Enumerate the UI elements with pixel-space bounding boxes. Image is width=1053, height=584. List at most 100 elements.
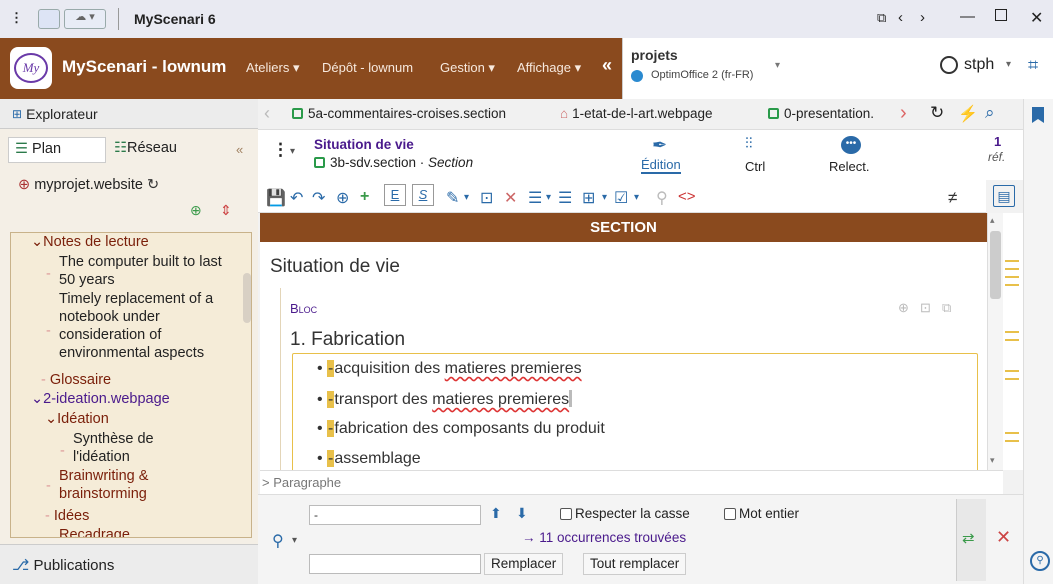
find-previous-icon[interactable]: ⬆	[490, 505, 502, 522]
tree-item-idees[interactable]: - Idées	[45, 507, 89, 525]
table-icon[interactable]: ⊞	[582, 188, 595, 208]
match-case-checkbox[interactable]	[560, 508, 572, 520]
back-arrow-icon[interactable]: ‹	[898, 9, 903, 26]
undo-icon[interactable]: ↶	[290, 188, 303, 208]
add-item-icon[interactable]: ⊕	[190, 202, 202, 219]
history-icon[interactable]: ↻	[930, 103, 944, 123]
content-heading[interactable]: Situation de vie	[270, 256, 400, 278]
list-item[interactable]: • -fabrication des composants du produit	[317, 420, 605, 438]
list-item[interactable]: • -transport des matieres premieres	[317, 390, 573, 409]
search-icon[interactable]: ⌕	[985, 103, 995, 123]
scroll-tabs-right-icon[interactable]: ›	[900, 102, 907, 125]
tab-presentation[interactable]: 0-presentation.	[768, 106, 874, 121]
forward-arrow-icon[interactable]: ›	[920, 9, 925, 26]
tree-item-synthese[interactable]: - Synthèse de l'idéation	[60, 430, 213, 466]
mode-ctrl[interactable]: Ctrl	[745, 159, 765, 174]
replace-input[interactable]	[309, 554, 481, 574]
bloc-screen-icon[interactable]: ⊡	[920, 300, 931, 316]
replace-all-button[interactable]: Tout remplacer	[583, 553, 687, 575]
tree-item-ideation[interactable]: ⌄Idéation	[45, 410, 109, 428]
menu-ateliers[interactable]: Ateliers ▾	[246, 60, 300, 76]
checklist-dropdown-icon[interactable]: ▾	[634, 192, 639, 203]
zoom-icon[interactable]: ⚲	[1030, 551, 1050, 571]
not-equal-icon[interactable]: ≠	[948, 188, 957, 208]
tab-etat-de-l-art[interactable]: ⌂ 1-etat-de-l-art.webpage	[560, 106, 712, 121]
indent-dropdown-icon[interactable]: ▾	[546, 192, 551, 203]
close-find-icon[interactable]: ✕	[996, 527, 1011, 548]
tree-item-computer[interactable]: - The computer built to last 50 years	[46, 253, 239, 289]
tree-item-notes[interactable]: ⌄Notes de lecture	[31, 233, 149, 251]
indent-icon[interactable]: ☰	[528, 188, 542, 208]
replace-button[interactable]: Remplacer	[484, 553, 564, 575]
list-item[interactable]: • -assemblage	[317, 450, 421, 468]
emphasis-icon[interactable]: E	[384, 184, 406, 206]
collapse-left-icon[interactable]: «	[602, 55, 612, 76]
editor-content[interactable]: Situation de vie Bloc ⊕ ⊡ ⧉ 1. Fabricati…	[260, 242, 987, 470]
outline-view-icon[interactable]: ▤	[993, 185, 1015, 207]
ref-count[interactable]: 1	[994, 134, 1001, 149]
link-icon[interactable]: ⚲	[656, 188, 668, 208]
mode-edition[interactable]: Édition	[641, 157, 681, 174]
minimize-icon[interactable]: —	[960, 8, 975, 25]
delete-icon[interactable]: ✕	[504, 188, 517, 208]
tab-plan[interactable]: ☰ Plan	[8, 137, 106, 163]
save-icon[interactable]: 💾	[266, 188, 286, 208]
editor-scrollbar[interactable]: ▴ ▾	[987, 213, 1003, 470]
tree-scrollbar[interactable]	[243, 273, 251, 323]
find-replace-icon[interactable]: ⚲	[272, 531, 284, 551]
whole-word-option[interactable]: Mot entier	[724, 506, 799, 521]
explorer-header[interactable]: ⊞ Explorateur	[0, 99, 258, 129]
collapse-all-icon[interactable]: ⇕	[220, 202, 232, 219]
maximize-icon[interactable]	[995, 9, 1007, 21]
user-dropdown-icon[interactable]: ▾	[1006, 59, 1011, 70]
swap-icon[interactable]: ⇄	[962, 529, 975, 547]
project-selector[interactable]: projets OptimOffice 2 (fr-FR) ▾	[622, 38, 790, 99]
bookmark-icon[interactable]	[1032, 107, 1044, 123]
list-item[interactable]: • -acquisition des matieres premieres	[317, 360, 582, 378]
tree-item-ideation-page[interactable]: ⌄2-ideation.webpage	[31, 390, 170, 408]
bloc-copy-icon[interactable]: ⧉	[942, 300, 951, 316]
scroll-thumb[interactable]	[990, 231, 1001, 299]
doc-menu-icon[interactable]: ⋮	[272, 140, 289, 160]
collapse-panel-icon[interactable]: «	[236, 142, 243, 157]
tree-item-glossaire[interactable]: - Glossaire	[41, 371, 111, 389]
table-dropdown-icon[interactable]: ▾	[602, 192, 607, 203]
tree-item-recadrage[interactable]: Recadrage	[59, 526, 130, 537]
lightning-icon[interactable]: ⚡	[958, 104, 978, 124]
scroll-down-icon[interactable]: ▾	[990, 455, 995, 466]
kebab-menu-icon[interactable]: ⋮	[10, 10, 23, 26]
add-icon[interactable]: +	[360, 188, 369, 206]
publications-panel[interactable]: ⎇ Publications	[0, 544, 258, 584]
code-icon[interactable]: <>	[678, 188, 696, 205]
list-block[interactable]: • -acquisition des matieres premieres • …	[292, 353, 978, 470]
close-icon[interactable]: ✕	[1030, 8, 1043, 28]
menu-affichage[interactable]: Affichage ▾	[517, 60, 581, 76]
search-input[interactable]: -	[309, 505, 481, 525]
find-next-icon[interactable]: ⬇	[516, 505, 528, 522]
expand-icon[interactable]: ⌗	[1028, 55, 1038, 76]
find-dropdown-icon[interactable]: ▾	[292, 535, 297, 546]
brush-icon[interactable]: ✎	[446, 188, 459, 208]
desktop-icon[interactable]	[38, 9, 60, 29]
tab-reseau[interactable]: ☷Réseau	[114, 140, 177, 156]
outdent-icon[interactable]: ☰	[558, 188, 572, 208]
scroll-up-icon[interactable]: ▴	[990, 215, 995, 226]
history-icon[interactable]: ↻	[147, 177, 159, 193]
tree-item-timely[interactable]: - Timely replacement of a notebook under …	[46, 290, 243, 362]
bloc-globe-icon[interactable]: ⊕	[898, 300, 909, 316]
target-icon[interactable]: ⊕	[336, 188, 349, 208]
menu-gestion[interactable]: Gestion ▾	[440, 60, 495, 76]
menu-depot[interactable]: Dépôt - lownum	[322, 60, 413, 75]
mode-relect[interactable]: Relect.	[829, 159, 869, 174]
cloud-dropdown-icon[interactable]: ☁ ▾	[64, 9, 106, 29]
strong-icon[interactable]: S	[412, 184, 434, 206]
redo-icon[interactable]: ↷	[312, 188, 325, 208]
brush-dropdown-icon[interactable]: ▾	[464, 192, 469, 203]
whole-word-checkbox[interactable]	[724, 508, 736, 520]
doc-dropdown-icon[interactable]: ▾	[290, 146, 295, 157]
tree-item-brainwriting[interactable]: - Brainwriting & brainstorming	[46, 467, 219, 503]
root-website[interactable]: ⊕ myprojet.website ↻	[18, 177, 159, 193]
subheading[interactable]: 1. Fabrication	[290, 329, 405, 351]
formula-icon[interactable]: ⊡	[480, 188, 493, 208]
user-name[interactable]: stph	[964, 56, 994, 74]
